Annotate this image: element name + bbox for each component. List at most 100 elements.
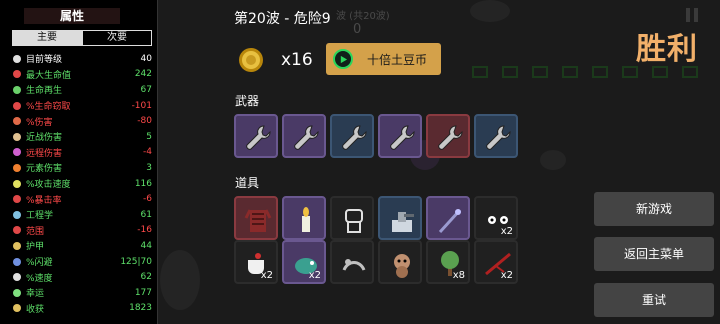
stat-row: 元素伤害 3 bbox=[10, 160, 152, 176]
stat-row: %攻击速度 116 bbox=[10, 176, 152, 192]
pickup-marker-icon bbox=[562, 66, 578, 78]
stats-title: 属性 bbox=[24, 8, 120, 24]
stat-value: 44 bbox=[140, 240, 152, 251]
background-wave-number: 0 bbox=[353, 22, 362, 37]
wrench-icon bbox=[342, 125, 367, 150]
item-slot[interactable]: x2 bbox=[282, 240, 326, 284]
main-menu-button[interactable]: 返回主菜单 bbox=[594, 237, 714, 271]
retry-button[interactable]: 重试 bbox=[594, 283, 714, 317]
weapon-slot[interactable] bbox=[474, 114, 518, 158]
regen-icon bbox=[10, 85, 24, 95]
stat-label: 元素伤害 bbox=[26, 164, 63, 175]
stat-label: 目前等级 bbox=[26, 55, 63, 66]
stat-value: 67 bbox=[140, 84, 152, 95]
engineering-icon bbox=[10, 210, 24, 220]
stat-value: 177 bbox=[134, 287, 152, 298]
stat-value: -80 bbox=[137, 116, 152, 127]
monkey-icon bbox=[394, 254, 410, 278]
weapon-slot[interactable] bbox=[282, 114, 326, 158]
weapon-slot[interactable] bbox=[330, 114, 374, 158]
item-slot[interactable] bbox=[378, 240, 422, 284]
wrench-icon bbox=[438, 125, 463, 150]
stat-label: 范围 bbox=[26, 226, 45, 237]
elemental-icon bbox=[10, 163, 24, 173]
weapon-slot[interactable] bbox=[234, 114, 278, 158]
item-slot[interactable] bbox=[330, 240, 374, 284]
stat-value: 116 bbox=[134, 178, 152, 189]
stat-row: 范围 -16 bbox=[10, 223, 152, 239]
lifesteal-icon bbox=[10, 101, 24, 111]
stat-label: %生命窃取 bbox=[26, 102, 71, 113]
stat-row: 近战伤害 5 bbox=[10, 129, 152, 145]
item-quantity: x2 bbox=[260, 270, 273, 281]
stat-list: 目前等级 40 最大生命值 242 生命再生 67 %生命窃取 -101 %伤害 -80 近战伤害 5… bbox=[10, 51, 152, 316]
stat-label: 最大生命值 bbox=[26, 70, 72, 81]
item-slot[interactable] bbox=[426, 196, 470, 240]
item-quantity: x8 bbox=[452, 270, 465, 281]
item-slot[interactable]: x2 bbox=[234, 240, 278, 284]
item-slot[interactable]: x2 bbox=[474, 196, 518, 240]
reroll-label: 十倍土豆币 bbox=[367, 52, 428, 67]
items-label: 道具 bbox=[235, 176, 260, 190]
crit-icon bbox=[10, 194, 24, 204]
weapon-slot[interactable] bbox=[378, 114, 422, 158]
stat-row: %闪避 125|70 bbox=[10, 254, 152, 270]
stats-tabs: 主要 次要 bbox=[12, 30, 152, 46]
jacket-icon bbox=[244, 209, 272, 232]
item-slot[interactable]: x8 bbox=[426, 240, 470, 284]
dodge-icon bbox=[10, 257, 24, 267]
armor-icon bbox=[10, 241, 24, 251]
stat-value: 5 bbox=[146, 131, 152, 142]
tab-secondary[interactable]: 次要 bbox=[82, 30, 152, 46]
item-slot[interactable] bbox=[282, 196, 326, 240]
wrench-icon bbox=[294, 125, 319, 150]
stat-label: %伤害 bbox=[26, 117, 53, 128]
fossil-icon bbox=[342, 259, 366, 271]
weapon-slot[interactable] bbox=[426, 114, 470, 158]
stat-value: -16 bbox=[137, 225, 152, 236]
melee-icon bbox=[10, 132, 24, 142]
stat-label: 近战伤害 bbox=[26, 133, 63, 144]
stat-label: 工程学 bbox=[26, 211, 54, 222]
coin-icon bbox=[237, 46, 265, 74]
stat-label: 收获 bbox=[26, 304, 45, 315]
item-slot[interactable] bbox=[378, 196, 422, 240]
stats-panel: 属性 主要 次要 目前等级 40 最大生命值 242 生命再生 67 %生命窃取 -101 %伤… bbox=[0, 0, 158, 324]
heart-icon bbox=[10, 69, 24, 79]
victory-title: 胜利 bbox=[636, 32, 698, 67]
stat-value: 125|70 bbox=[120, 256, 152, 267]
stat-row: 远程伤害 -4 bbox=[10, 145, 152, 161]
background-wave-text: 波 (共20波) bbox=[336, 11, 390, 22]
item-quantity: x2 bbox=[500, 270, 513, 281]
stat-row: 目前等级 40 bbox=[10, 51, 152, 67]
attack-speed-icon bbox=[10, 179, 24, 189]
stat-row: 幸运 177 bbox=[10, 285, 152, 301]
stat-row: %生命窃取 -101 bbox=[10, 98, 152, 114]
stat-row: 最大生命值 242 bbox=[10, 67, 152, 83]
item-quantity: x2 bbox=[308, 270, 321, 281]
stat-label: %暴击率 bbox=[26, 195, 62, 206]
wrench-icon bbox=[486, 125, 511, 150]
pause-icon[interactable] bbox=[686, 8, 700, 22]
stat-label: %速度 bbox=[26, 273, 53, 284]
item-slot[interactable]: x2 bbox=[474, 240, 518, 284]
new-game-button[interactable]: 新游戏 bbox=[594, 192, 714, 226]
item-slot[interactable] bbox=[330, 196, 374, 240]
stat-value: 61 bbox=[140, 209, 152, 220]
stat-label: 幸运 bbox=[26, 289, 45, 300]
wrench-icon bbox=[246, 125, 271, 150]
pickup-marker-icon bbox=[472, 66, 488, 78]
stat-label: %闪避 bbox=[26, 258, 53, 269]
tab-primary[interactable]: 主要 bbox=[12, 30, 82, 46]
wave-title: 第20波 - 危险9 bbox=[234, 11, 331, 27]
speed-icon bbox=[10, 272, 24, 282]
stat-row: 护甲 44 bbox=[10, 238, 152, 254]
level-icon bbox=[10, 54, 24, 64]
stat-value: 62 bbox=[140, 272, 152, 283]
stat-label: 护甲 bbox=[26, 242, 45, 253]
reroll-button[interactable]: 十倍土豆币 bbox=[326, 43, 441, 75]
stat-value: -6 bbox=[143, 194, 152, 205]
item-slot[interactable] bbox=[234, 196, 278, 240]
stat-value: 40 bbox=[140, 53, 152, 64]
pickup-marker-icon bbox=[592, 66, 608, 78]
